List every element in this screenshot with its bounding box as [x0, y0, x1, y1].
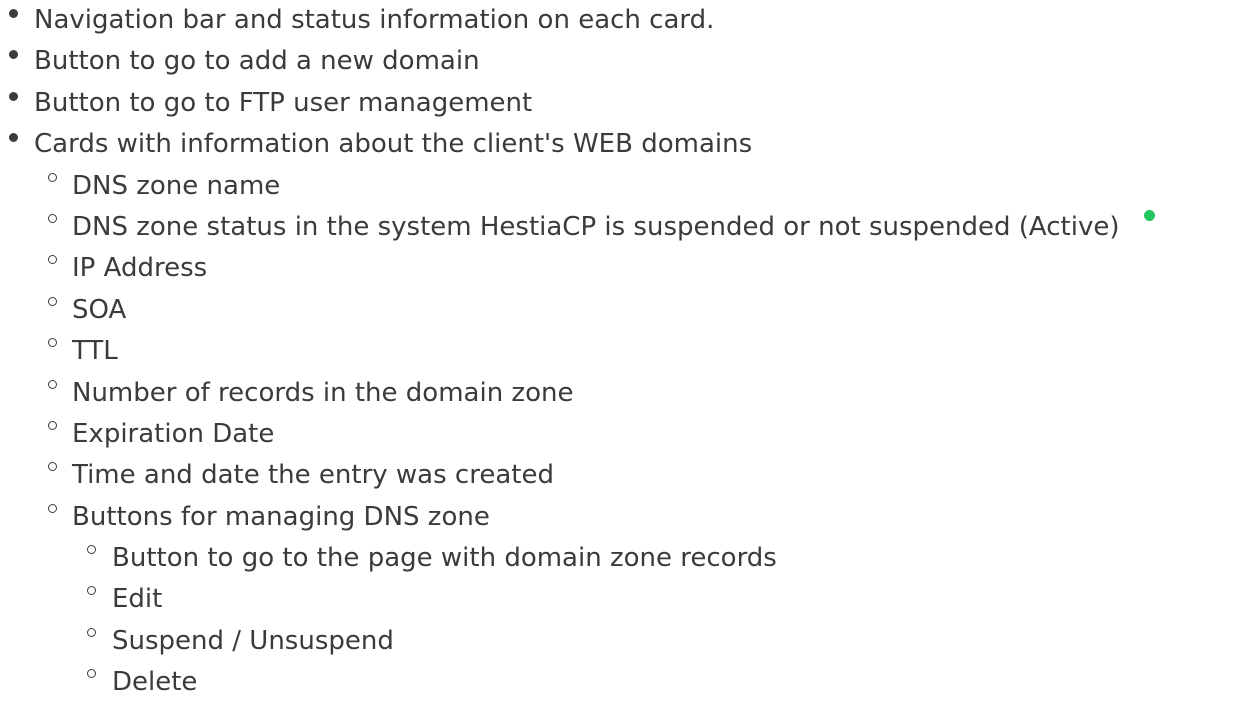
sub-list-item-text: Time and date the entry was created — [72, 460, 554, 491]
sub-list-item: Buttons for managing DNS zone — [0, 497, 1248, 538]
sub-list-item-text: TTL — [72, 336, 118, 367]
list-item: Cards with information about the client'… — [0, 124, 1248, 165]
sub-list-item-text: DNS zone name — [72, 170, 281, 201]
bullet-circle-icon — [48, 379, 57, 389]
list-item-text: Cards with information about the client'… — [34, 129, 753, 160]
document-content: Navigation bar and status information on… — [0, 0, 1248, 704]
bullet-disc-icon — [9, 91, 18, 101]
active-status-icon — [1143, 209, 1155, 221]
nested-list-item-text: Suspend / Unsuspend — [112, 625, 394, 656]
list-item-text: Navigation bar and status information on… — [34, 5, 715, 35]
bullet-circle-icon — [48, 420, 57, 430]
sub-list-item: Expiration Date — [0, 414, 1248, 455]
bullet-circle-icon — [87, 627, 96, 637]
list-item: Button to go to FTP user management — [0, 83, 1248, 124]
bullet-circle-icon — [48, 172, 57, 182]
nested-list-item: Delete — [0, 662, 1248, 703]
list-item: Navigation bar and status information on… — [0, 0, 1248, 41]
nested-list-item: Edit — [0, 579, 1248, 620]
bullet-disc-icon — [9, 9, 18, 18]
sub-list-item-text: DNS zone status in the system HestiaCP i… — [72, 211, 1120, 242]
list-item: Button to go to add a new domain — [0, 41, 1248, 82]
bullet-circle-icon — [48, 503, 57, 513]
bullet-circle-icon — [87, 669, 96, 679]
sub-list-item: DNS zone status in the system HestiaCP i… — [0, 207, 1248, 248]
bullet-circle-icon — [87, 586, 96, 596]
bullet-circle-icon — [87, 545, 96, 555]
sub-list-item: SOA — [0, 290, 1248, 331]
sub-list-item-text: SOA — [72, 294, 127, 325]
sub-list-item-text: IP Address — [72, 253, 208, 284]
sub-list-item-text: Number of records in the domain zone — [72, 377, 574, 408]
sub-list-item: Time and date the entry was created — [0, 455, 1248, 496]
sub-list-item-text: Buttons for managing DNS zone — [72, 501, 490, 532]
sub-list-item: Number of records in the domain zone — [0, 373, 1248, 414]
bullet-circle-icon — [48, 213, 57, 223]
nested-list-item-text: Button to go to the page with domain zon… — [112, 543, 777, 574]
list-item-text: Button to go to add a new domain — [34, 46, 480, 77]
bullet-circle-icon — [48, 462, 57, 472]
bullet-circle-icon — [48, 338, 57, 348]
sub-list-item: DNS zone name — [0, 166, 1248, 207]
nested-list-item-text: Delete — [112, 667, 198, 698]
sub-list-item: IP Address — [0, 248, 1248, 289]
sub-list-item: TTL — [0, 331, 1248, 372]
bullet-circle-icon — [48, 255, 57, 265]
top-level-list: Navigation bar and status information on… — [0, 0, 1248, 704]
sub-list-item-text: Expiration Date — [72, 418, 275, 449]
nested-list-item: Suspend / Unsuspend — [0, 621, 1248, 662]
nested-list-item: Button to go to the page with domain zon… — [0, 538, 1248, 579]
list-item-text: Button to go to FTP user management — [34, 87, 533, 118]
bullet-circle-icon — [48, 296, 57, 306]
nested-list-item-text: Edit — [112, 584, 163, 615]
bullet-disc-icon — [9, 133, 18, 143]
bullet-disc-icon — [9, 50, 18, 60]
